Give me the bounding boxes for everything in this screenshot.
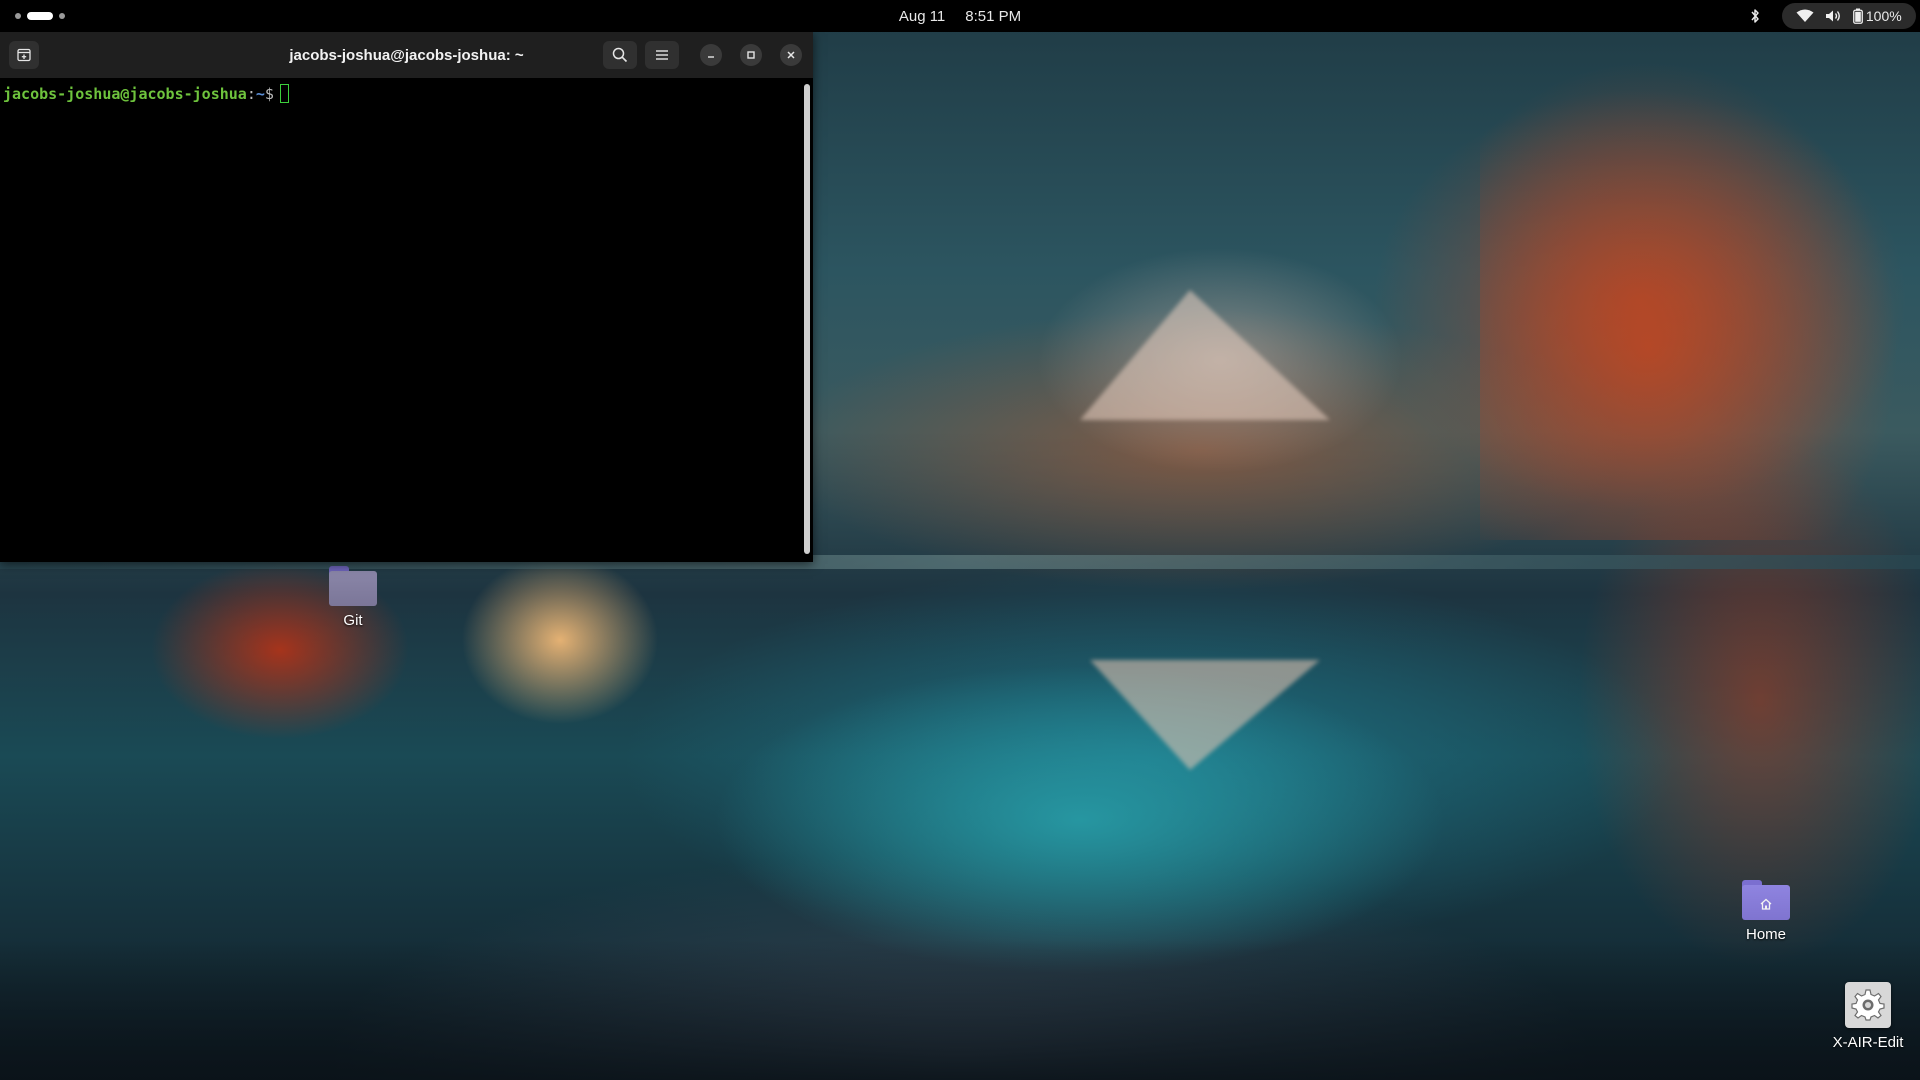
prompt-user-host: jacobs-joshua@jacobs-joshua bbox=[3, 84, 247, 103]
desktop-icon-x-air-edit[interactable]: X-AIR-Edit bbox=[1818, 982, 1918, 1051]
terminal-output-area[interactable]: jacobs-joshua@jacobs-joshua: ~ $ bbox=[0, 78, 813, 562]
desktop-icon-label: Home bbox=[1745, 926, 1786, 943]
volume-icon bbox=[1825, 10, 1840, 22]
battery-percentage: 100% bbox=[1865, 8, 1902, 24]
search-icon bbox=[612, 47, 628, 63]
terminal-header-bar[interactable]: jacobs-joshua@jacobs-joshua: ~ bbox=[0, 32, 813, 78]
home-icon bbox=[1760, 898, 1772, 910]
new-tab-button[interactable] bbox=[9, 41, 39, 69]
minimize-icon bbox=[708, 56, 714, 58]
prompt-path: ~ bbox=[255, 84, 265, 103]
terminal-scrollbar[interactable] bbox=[804, 84, 810, 554]
search-button[interactable] bbox=[603, 41, 637, 69]
bluetooth-icon bbox=[1751, 9, 1759, 23]
prompt-symbol: $ bbox=[264, 84, 274, 103]
desktop-screen: Aug 11 8:51 PM 100% jacobs-joshua@jacobs… bbox=[0, 0, 1920, 1080]
shell-prompt: jacobs-joshua@jacobs-joshua: ~ $ bbox=[3, 84, 289, 103]
close-icon bbox=[787, 51, 795, 59]
app-tile bbox=[1845, 982, 1891, 1028]
text-cursor bbox=[279, 84, 289, 103]
minimize-button[interactable] bbox=[700, 44, 722, 66]
desktop-icon-label: X-AIR-Edit bbox=[1832, 1034, 1904, 1051]
desktop-icon-home[interactable]: Home bbox=[1716, 880, 1816, 943]
clock-date: Aug 11 bbox=[898, 7, 946, 25]
system-tray[interactable]: 100% bbox=[1782, 3, 1916, 29]
wallpaper-mountain-reflection bbox=[1090, 660, 1320, 770]
terminal-window[interactable]: jacobs-joshua@jacobs-joshua: ~ jacobs-jo… bbox=[0, 32, 813, 562]
desktop-icon-git[interactable]: Git bbox=[325, 566, 381, 629]
hamburger-menu-icon bbox=[656, 50, 668, 60]
folder-icon bbox=[329, 566, 377, 606]
desktop-icon-label: Git bbox=[343, 612, 363, 629]
battery-icon bbox=[1852, 8, 1863, 24]
home-folder-icon bbox=[1742, 880, 1790, 920]
wallpaper-tree-right bbox=[1480, 60, 1900, 540]
menu-button[interactable] bbox=[645, 41, 679, 69]
clock-button[interactable]: Aug 11 8:51 PM bbox=[0, 0, 1920, 32]
maximize-button[interactable] bbox=[740, 44, 762, 66]
gear-icon bbox=[1851, 989, 1885, 1021]
prompt-separator: : bbox=[246, 84, 256, 103]
battery-indicator: 100% bbox=[1852, 8, 1902, 24]
wifi-icon bbox=[1796, 9, 1814, 22]
close-button[interactable] bbox=[780, 44, 802, 66]
clock-time: 8:51 PM bbox=[965, 7, 1022, 25]
new-tab-icon bbox=[17, 48, 31, 62]
wallpaper-mountain-peak bbox=[1080, 290, 1330, 420]
wallpaper-foreground-shadow bbox=[0, 940, 1920, 1080]
terminal-title: jacobs-joshua@jacobs-joshua: ~ bbox=[289, 46, 524, 64]
maximize-icon bbox=[747, 51, 755, 59]
bluetooth-indicator[interactable] bbox=[1746, 7, 1764, 25]
top-bar: Aug 11 8:51 PM 100% bbox=[0, 0, 1920, 32]
